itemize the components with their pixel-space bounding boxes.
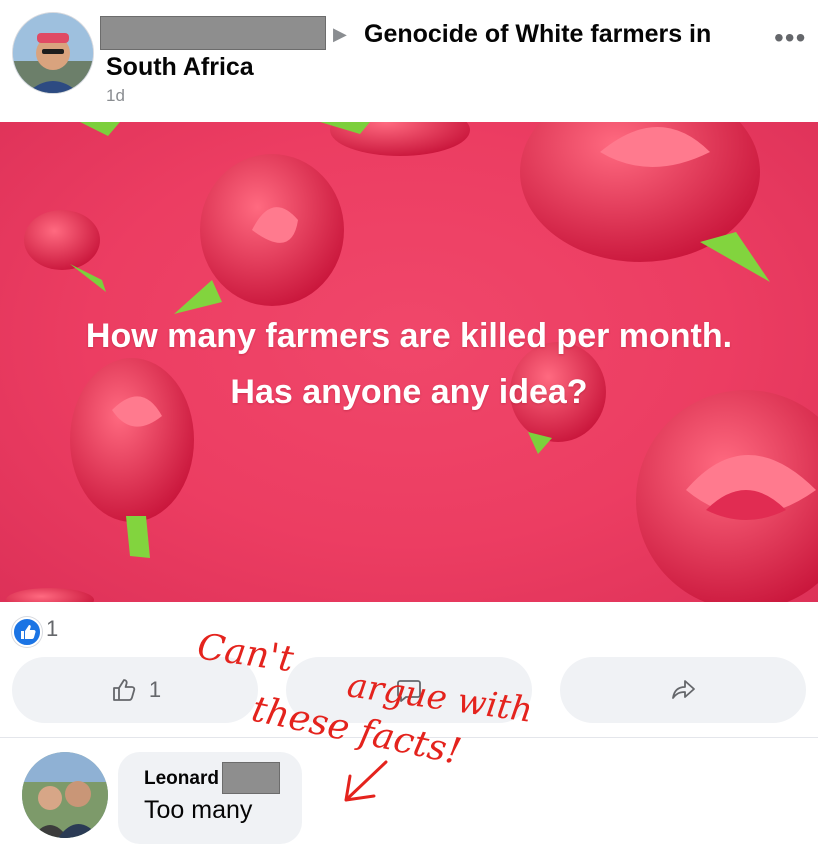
comment-text: Too many [144,796,253,824]
commenter-avatar[interactable] [22,752,108,838]
like-button-count: 1 [148,677,162,702]
post-background: How many farmers are killed per month. H… [0,122,818,602]
post-text: How many farmers are killed per month. H… [0,308,818,420]
group-name-continued[interactable]: South Africa [106,51,254,83]
poster-avatar[interactable] [12,12,94,94]
arrow-right-icon: ▶ [333,24,347,44]
comment-author[interactable]: Leonard [144,768,219,790]
divider [0,737,818,738]
reaction-count[interactable]: 1 [46,616,58,642]
more-options-icon[interactable]: ••• [774,22,806,54]
redacted-author-surname [222,762,280,794]
like-reaction-icon[interactable] [12,617,42,647]
post-timestamp[interactable]: 1d [106,86,125,106]
share-button[interactable] [560,657,806,723]
thumbs-up-icon [112,679,136,701]
share-icon [672,680,695,699]
comment-icon [397,680,421,702]
post-text-line-1: How many farmers are killed per month. [85,317,733,355]
comment-button[interactable] [286,657,532,723]
like-button[interactable]: 1 [12,657,258,723]
post-text-line-2: Has anyone any idea? [230,373,588,411]
annotation-arrow-icon [344,760,388,802]
group-name[interactable]: Genocide of White farmers in [364,18,711,50]
redacted-poster-name [100,16,326,50]
